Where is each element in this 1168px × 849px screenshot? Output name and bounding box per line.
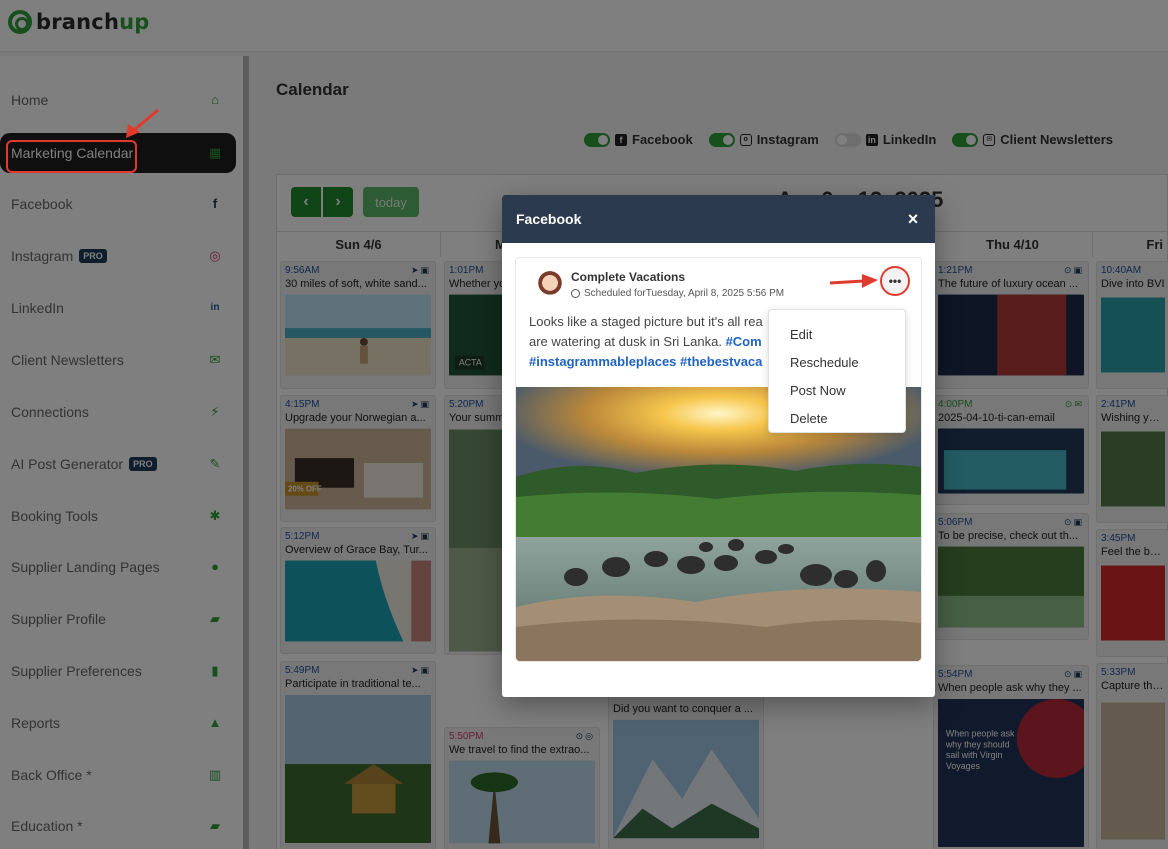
annotation-arrow: [133, 108, 159, 132]
annotation-arrows: [126, 108, 878, 288]
annotation-arrow-head: [862, 274, 878, 288]
annotation-arrow: [829, 279, 865, 285]
